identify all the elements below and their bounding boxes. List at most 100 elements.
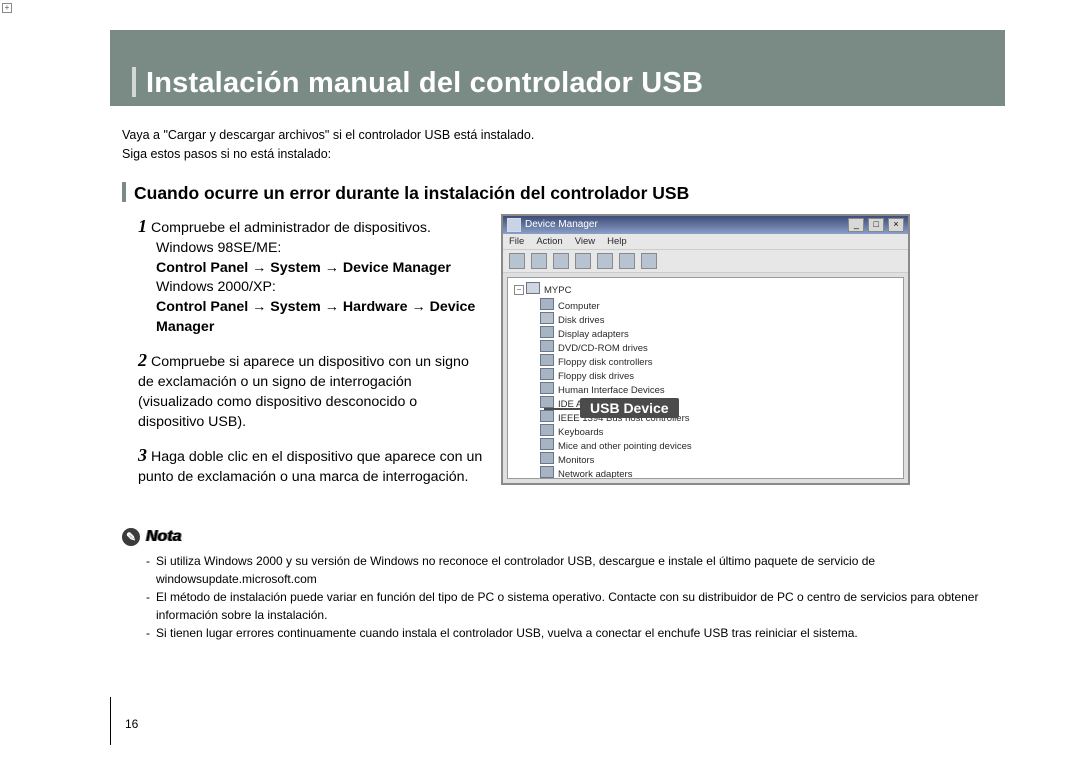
toolbar-icon[interactable]	[619, 253, 635, 269]
tree-label: DVD/CD-ROM drives	[558, 343, 648, 354]
window-title: Device Manager	[525, 219, 598, 230]
os-label: Windows 2000/XP:	[156, 278, 483, 298]
screenshot-column: Device Manager _ □ × File Action View He…	[501, 214, 911, 498]
tree-node[interactable]: Human Interface Devices	[540, 382, 899, 396]
page-title: Instalación manual del controlador USB	[132, 67, 703, 100]
device-icon	[540, 410, 554, 422]
device-icon	[540, 452, 554, 464]
intro-text: Vaya a "Cargar y descargar archivos" si …	[122, 126, 990, 164]
minimize-button[interactable]: _	[848, 218, 864, 232]
step-text: Compruebe el administrador de dispositiv…	[151, 220, 431, 236]
tree-node[interactable]: Floppy disk drives	[540, 368, 899, 382]
window-controls: _ □ ×	[847, 218, 904, 232]
note-list: -Si utiliza Windows 2000 y su versión de…	[146, 552, 990, 642]
device-icon	[540, 382, 554, 394]
note-header: ✎ Nota	[122, 528, 990, 546]
tree-node[interactable]: Keyboards	[540, 424, 899, 438]
tree-node[interactable]: Floppy disk controllers	[540, 354, 899, 368]
step-number: 2	[138, 350, 147, 370]
step-text: Compruebe si aparece un dispositivo con …	[138, 354, 469, 430]
device-tree: MYPC Computer Disk drives Display adapte…	[507, 277, 904, 479]
tree-label: Network adapters	[558, 469, 632, 479]
bullet-dash: -	[146, 552, 150, 588]
content-columns: 1Compruebe el administrador de dispositi…	[110, 214, 990, 498]
step-3: 3Haga doble clic en el dispositivo que a…	[138, 443, 483, 488]
usb-device-callout: USB Device	[580, 398, 679, 418]
tree-label: MYPC	[544, 285, 571, 296]
device-icon	[540, 298, 554, 310]
tree-label: Keyboards	[558, 427, 603, 438]
tree-label: Disk drives	[558, 315, 604, 326]
intro-line: Vaya a "Cargar y descargar archivos" si …	[122, 126, 990, 145]
nav-path: Control Panel → System → Hardware → Devi…	[156, 298, 483, 338]
maximize-button[interactable]: □	[868, 218, 884, 232]
toolbar-icon[interactable]	[597, 253, 613, 269]
tree-label: Floppy disk controllers	[558, 357, 653, 368]
manual-page: Instalación manual del controlador USB V…	[0, 0, 1080, 763]
tree-label: Mice and other pointing devices	[558, 441, 692, 452]
device-icon	[540, 466, 554, 478]
intro-line: Siga estos pasos si no está instalado:	[122, 145, 990, 164]
tree-label: Floppy disk drives	[558, 371, 634, 382]
tree-label: Human Interface Devices	[558, 385, 665, 396]
tree-root-node[interactable]: MYPC	[512, 282, 899, 298]
note-item: -El método de instalación puede variar e…	[146, 588, 990, 624]
window-titlebar: Device Manager _ □ ×	[503, 216, 908, 234]
step-number: 1	[138, 216, 147, 236]
device-icon	[540, 438, 554, 450]
tree-node[interactable]: Mice and other pointing devices	[540, 438, 899, 452]
note-text: Si utiliza Windows 2000 y su versión de …	[156, 552, 990, 588]
computer-icon	[526, 282, 540, 294]
tree-label: Display adapters	[558, 329, 629, 340]
step-2: 2Compruebe si aparece un dispositivo con…	[138, 348, 483, 433]
device-icon	[540, 368, 554, 380]
tree-node[interactable]: Computer	[540, 298, 899, 312]
os-label: Windows 98SE/ME:	[156, 239, 483, 259]
page-number-area: 16	[110, 697, 138, 745]
section-heading: Cuando ocurre un error durante la instal…	[122, 182, 990, 204]
step-text: Haga doble clic en el dispositivo que ap…	[138, 449, 482, 485]
toolbar-icon[interactable]	[641, 253, 657, 269]
device-icon	[540, 354, 554, 366]
toolbar	[503, 249, 908, 273]
toolbar-icon[interactable]	[575, 253, 591, 269]
menu-item[interactable]: View	[575, 236, 595, 247]
nav-path: Control Panel → System → Device Manager	[156, 259, 483, 279]
note-block: ✎ Nota -Si utiliza Windows 2000 y su ver…	[122, 528, 990, 642]
device-icon	[540, 340, 554, 352]
close-button[interactable]: ×	[888, 218, 904, 232]
bullet-dash: -	[146, 624, 150, 642]
page-number-divider	[110, 697, 111, 745]
menu-item[interactable]: Help	[607, 236, 627, 247]
page-number: 16	[125, 717, 138, 745]
note-text: Si tienen lugar errores continuamente cu…	[156, 624, 858, 642]
tree-node[interactable]: Disk drives	[540, 312, 899, 326]
tree-node[interactable]: Monitors	[540, 452, 899, 466]
device-icon	[540, 312, 554, 324]
bullet-dash: -	[146, 588, 150, 624]
device-icon	[540, 424, 554, 436]
note-label: Nota	[146, 528, 182, 546]
menu-item[interactable]: Action	[536, 236, 562, 247]
app-icon	[507, 218, 521, 232]
tree-node[interactable]: DVD/CD-ROM drives	[540, 340, 899, 354]
menu-bar: File Action View Help	[503, 234, 908, 249]
toolbar-icon[interactable]	[509, 253, 525, 269]
note-text: El método de instalación puede variar en…	[156, 588, 990, 624]
tree-node[interactable]: Display adapters	[540, 326, 899, 340]
device-icon	[540, 396, 554, 408]
note-item: -Si utiliza Windows 2000 y su versión de…	[146, 552, 990, 588]
toolbar-icon[interactable]	[531, 253, 547, 269]
steps-column: 1Compruebe el administrador de dispositi…	[138, 214, 483, 498]
menu-item[interactable]: File	[509, 236, 524, 247]
step-1: 1Compruebe el administrador de dispositi…	[138, 214, 483, 339]
note-item: -Si tienen lugar errores continuamente c…	[146, 624, 990, 642]
tree-node[interactable]: Network adapters	[540, 466, 899, 479]
device-manager-window: Device Manager _ □ × File Action View He…	[501, 214, 910, 485]
toolbar-icon[interactable]	[553, 253, 569, 269]
tree-label: Monitors	[558, 455, 594, 466]
step-number: 3	[138, 445, 147, 465]
pencil-icon: ✎	[122, 528, 140, 546]
device-icon	[540, 326, 554, 338]
page-banner: Instalación manual del controlador USB	[110, 30, 1005, 106]
